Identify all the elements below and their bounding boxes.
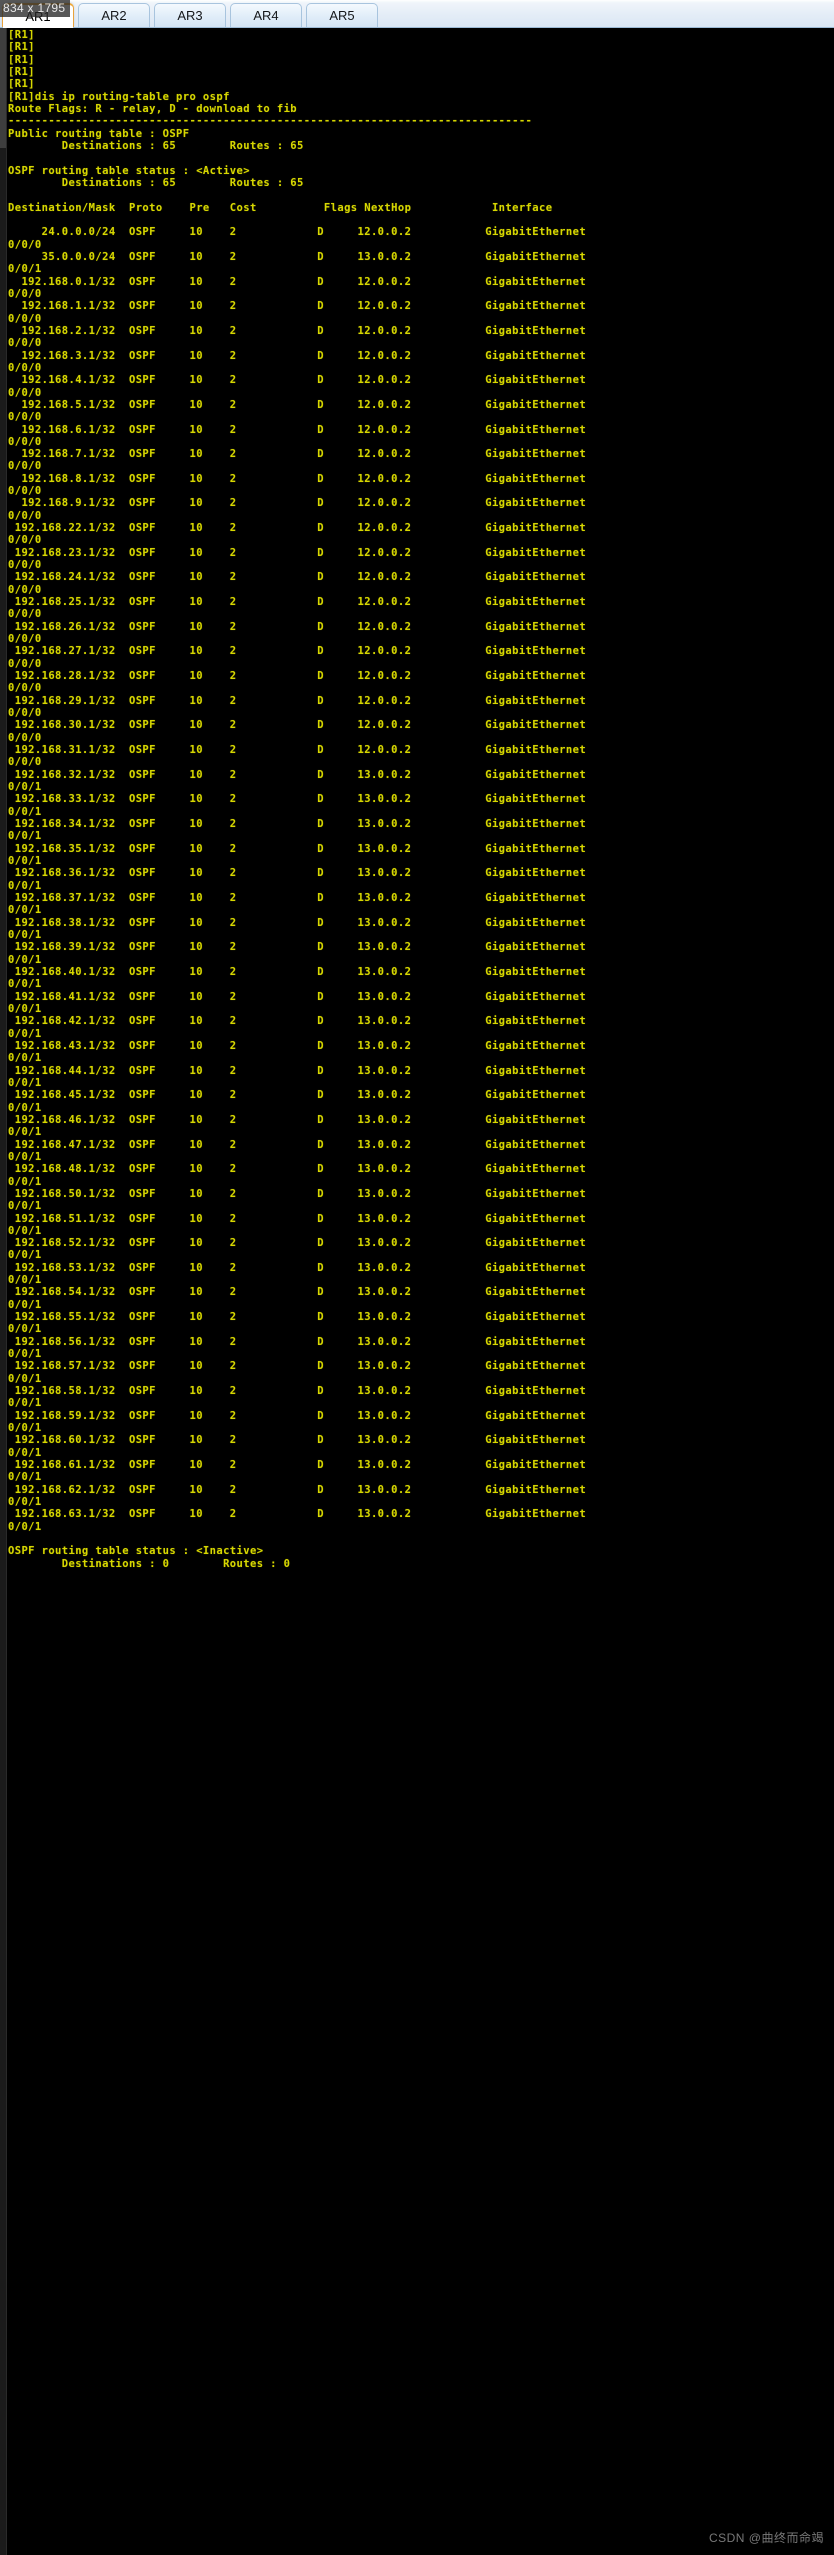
- terminal-console[interactable]: [R1] [R1] [R1] [R1] [R1] [R1]dis ip rout…: [0, 28, 834, 2555]
- image-size-badge: 834 x 1795: [0, 0, 71, 17]
- tab-label: AR2: [101, 8, 127, 23]
- tab-ar3[interactable]: AR3: [154, 3, 226, 27]
- console-output-text: [R1] [R1] [R1] [R1] [R1] [R1]dis ip rout…: [8, 29, 587, 1570]
- console-scrollbar-thumb[interactable]: [0, 28, 6, 148]
- tab-label: AR5: [329, 8, 355, 23]
- tab-bar-filler: [382, 3, 834, 27]
- tab-ar5[interactable]: AR5: [306, 3, 378, 27]
- console-scrollbar-track[interactable]: [0, 28, 7, 2555]
- device-tab-bar: AR1AR2AR3AR4AR5: [0, 0, 834, 28]
- tab-ar2[interactable]: AR2: [78, 3, 150, 27]
- ensp-router-console-window: 834 x 1795 AR1AR2AR3AR4AR5 [R1] [R1] [R1…: [0, 0, 834, 2555]
- tab-ar4[interactable]: AR4: [230, 3, 302, 27]
- tab-label: AR4: [253, 8, 279, 23]
- csdn-watermark: CSDN @曲终而命竭: [708, 2531, 824, 2545]
- tab-label: AR3: [177, 8, 203, 23]
